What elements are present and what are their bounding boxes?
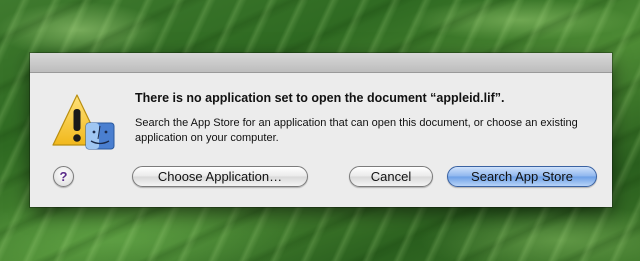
dialog-title-bar[interactable] (30, 53, 612, 73)
cancel-button[interactable]: Cancel (349, 166, 433, 187)
alert-message: There is no application set to open the … (135, 91, 505, 105)
search-app-store-button[interactable]: Search App Store (447, 166, 597, 187)
choose-application-button[interactable]: Choose Application… (132, 166, 308, 187)
finder-icon (85, 122, 115, 150)
warning-icon (52, 94, 115, 150)
alert-informative-text: Search the App Store for an application … (135, 117, 578, 144)
help-button[interactable]: ? (53, 166, 74, 187)
alert-dialog: There is no application set to open the … (30, 53, 612, 207)
